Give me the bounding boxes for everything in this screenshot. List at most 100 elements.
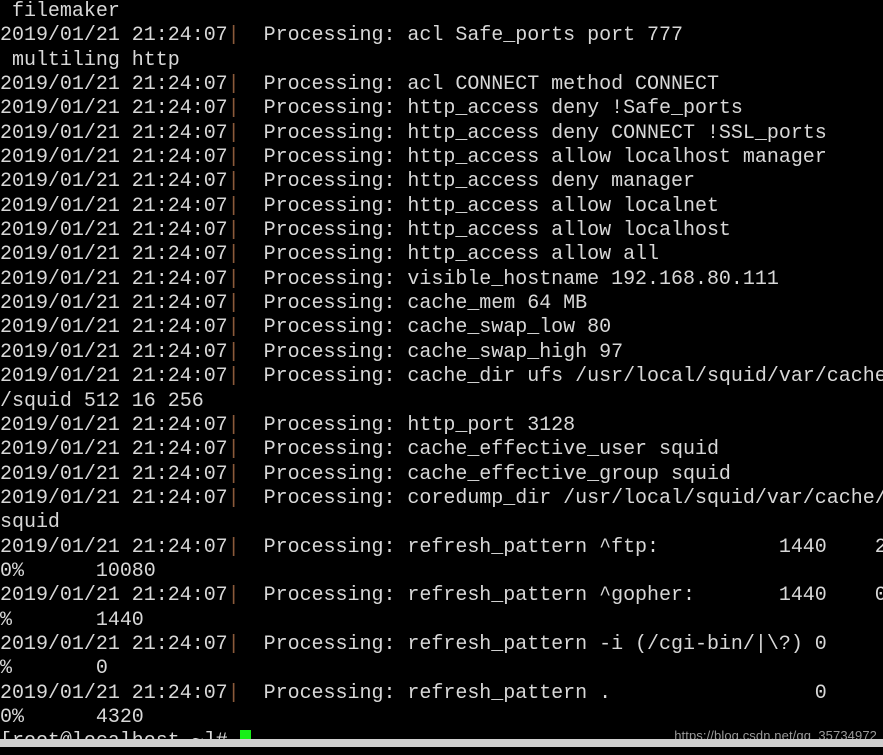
wrapped-line-text: /squid 512 16 256 (0, 389, 204, 413)
terminal-wrapped-line: % 0 (0, 657, 883, 681)
terminal-line: 2019/01/21 21:24:07| Processing: acl CON… (0, 73, 883, 97)
log-message: Processing: cache_dir ufs /usr/local/squ… (239, 365, 883, 389)
terminal-window[interactable]: filemaker 2019/01/21 21:24:07| Processing… (0, 0, 883, 747)
terminal-line: 2019/01/21 21:24:07| Processing: cache_e… (0, 438, 883, 462)
log-timestamp: 2019/01/21 21:24:07 (0, 267, 228, 291)
bottom-strip (0, 739, 883, 747)
wrapped-line-text: 0% 10080 (0, 559, 156, 583)
log-message: Processing: http_port 3128 (239, 413, 576, 437)
log-separator: | (227, 243, 240, 267)
terminal-line: 2019/01/21 21:24:07| Processing: http_ac… (0, 243, 883, 267)
log-separator: | (227, 413, 240, 437)
log-separator: | (227, 584, 240, 608)
log-timestamp: 2019/01/21 21:24:07 (0, 462, 228, 486)
log-timestamp: 2019/01/21 21:24:07 (0, 146, 228, 170)
log-message: Processing: http_access deny !Safe_ports (239, 97, 743, 121)
log-separator: | (227, 170, 240, 194)
log-message: Processing: refresh_pattern -i (/cgi-bin… (239, 632, 883, 656)
terminal-line: 2019/01/21 21:24:07| Processing: refresh… (0, 682, 883, 706)
log-separator: | (227, 146, 240, 170)
terminal-line: 2019/01/21 21:24:07| Processing: cache_d… (0, 365, 883, 389)
terminal-wrapped-line: 0% 4320 (0, 706, 883, 730)
log-timestamp: 2019/01/21 21:24:07 (0, 194, 228, 218)
log-separator: | (227, 121, 240, 145)
log-message: Processing: http_access allow localnet (239, 194, 719, 218)
log-timestamp: 2019/01/21 21:24:07 (0, 316, 228, 340)
terminal-line: 2019/01/21 21:24:07| Processing: coredum… (0, 487, 883, 511)
log-separator: | (227, 219, 240, 243)
log-separator: | (227, 73, 240, 97)
log-timestamp: 2019/01/21 21:24:07 (0, 219, 228, 243)
terminal-line: 2019/01/21 21:24:07| Processing: visible… (0, 268, 883, 292)
log-message: Processing: http_access allow localhost … (239, 146, 827, 170)
log-timestamp: 2019/01/21 21:24:07 (0, 413, 228, 437)
terminal-line: 2019/01/21 21:24:07| Processing: cache_s… (0, 341, 883, 365)
wrapped-line-text: 0% 4320 (0, 705, 144, 729)
wrapped-line-text: squid (0, 511, 60, 535)
terminal-line: 2019/01/21 21:24:07| Processing: http_ac… (0, 195, 883, 219)
log-timestamp: 2019/01/21 21:24:07 (0, 97, 228, 121)
log-timestamp: 2019/01/21 21:24:07 (0, 438, 228, 462)
terminal-line: 2019/01/21 21:24:07| Processing: refresh… (0, 633, 883, 657)
terminal-output: filemaker 2019/01/21 21:24:07| Processing… (0, 0, 883, 747)
log-separator: | (227, 316, 240, 340)
log-timestamp: 2019/01/21 21:24:07 (0, 121, 228, 145)
log-separator: | (227, 97, 240, 121)
log-message: Processing: cache_mem 64 MB (239, 292, 588, 316)
log-timestamp: 2019/01/21 21:24:07 (0, 73, 228, 97)
terminal-line: 2019/01/21 21:24:07| Processing: http_ac… (0, 170, 883, 194)
log-message: Processing: acl Safe_ports port 777 # (263, 24, 683, 48)
terminal-line: 2019/01/21 21:24:07| Processing: cache_e… (0, 463, 883, 487)
log-timestamp: 2019/01/21 21:24:07 (0, 243, 228, 267)
log-message: Processing: coredump_dir /usr/local/squi… (239, 486, 883, 510)
log-message: Processing: http_access deny manager (239, 170, 695, 194)
terminal-line: 2019/01/21 21:24:07| Processing: http_ac… (0, 219, 883, 243)
log-timestamp: 2019/01/21 21:24:07 (0, 486, 228, 510)
terminal-wrapped-line: % 1440 (0, 609, 883, 633)
log-timestamp: 2019/01/21 21:24:07 (0, 340, 228, 364)
log-separator: | (227, 365, 240, 389)
terminal-line: 2019/01/21 21:24:07| Processing: cache_m… (0, 292, 883, 316)
terminal-line: 2019/01/21 21:24:07| Processing: http_ac… (0, 146, 883, 170)
log-message: Processing: cache_swap_low 80 (239, 316, 612, 340)
terminal-wrapped-line: /squid 512 16 256 (0, 390, 883, 414)
log-message: Processing: cache_effective_user squid (239, 438, 719, 462)
log-separator: | (227, 194, 240, 218)
terminal-wrapped-line: 0% 10080 (0, 560, 883, 584)
log-separator: | (227, 535, 240, 559)
log-separator: | (227, 462, 240, 486)
log-message: Processing: refresh_pattern ^gopher: 144… (239, 584, 883, 608)
log-message: Processing: acl CONNECT method CONNECT (239, 73, 719, 97)
log-timestamp: 2019/01/21 21:24:07 (0, 632, 228, 656)
terminal-line: 2019/01/21 21:24:07| Processing: http_po… (0, 414, 883, 438)
log-timestamp: 2019/01/21 21:24:07 (0, 24, 228, 48)
log-timestamp: 2019/01/21 21:24:07 (0, 292, 228, 316)
wrapped-line-text: multiling http (0, 48, 180, 72)
log-timestamp: 2019/01/21 21:24:07 (0, 535, 228, 559)
log-timestamp: 2019/01/21 21:24:07 (0, 584, 228, 608)
log-message: Processing: visible_hostname 192.168.80.… (239, 267, 779, 291)
wrapped-line-text: filemaker (0, 0, 120, 23)
wrapped-line-text: % 1440 (0, 608, 144, 632)
log-timestamp: 2019/01/21 21:24:07 (0, 681, 228, 705)
terminal-line: 2019/01/21 21:24:07| Processing: acl Saf… (0, 24, 883, 48)
log-separator: | (227, 438, 240, 462)
log-timestamp: 2019/01/21 21:24:07 (0, 170, 228, 194)
log-message: Processing: cache_effective_group squid (239, 462, 731, 486)
log-message: Processing: http_access allow all (239, 243, 660, 267)
log-message: Processing: refresh_pattern . 0 2 (239, 681, 883, 705)
terminal-line: 2019/01/21 21:24:07| Processing: refresh… (0, 536, 883, 560)
log-separator: | (227, 340, 240, 364)
terminal-line: 2019/01/21 21:24:07| Processing: refresh… (0, 584, 883, 608)
terminal-line: 2019/01/21 21:24:07| Processing: http_ac… (0, 122, 883, 146)
terminal-wrapped-line: multiling http (0, 49, 883, 73)
log-separator: | (227, 486, 240, 510)
log-separator: | (227, 681, 240, 705)
log-message: Processing: cache_swap_high 97 (239, 340, 624, 364)
log-timestamp: 2019/01/21 21:24:07 (0, 365, 228, 389)
terminal-line: 2019/01/21 21:24:07| Processing: http_ac… (0, 97, 883, 121)
log-separator: | (227, 632, 240, 656)
terminal-wrapped-line: squid (0, 511, 883, 535)
log-separator: | (227, 292, 240, 316)
log-message: Processing: http_access deny CONNECT !SS… (239, 121, 827, 145)
